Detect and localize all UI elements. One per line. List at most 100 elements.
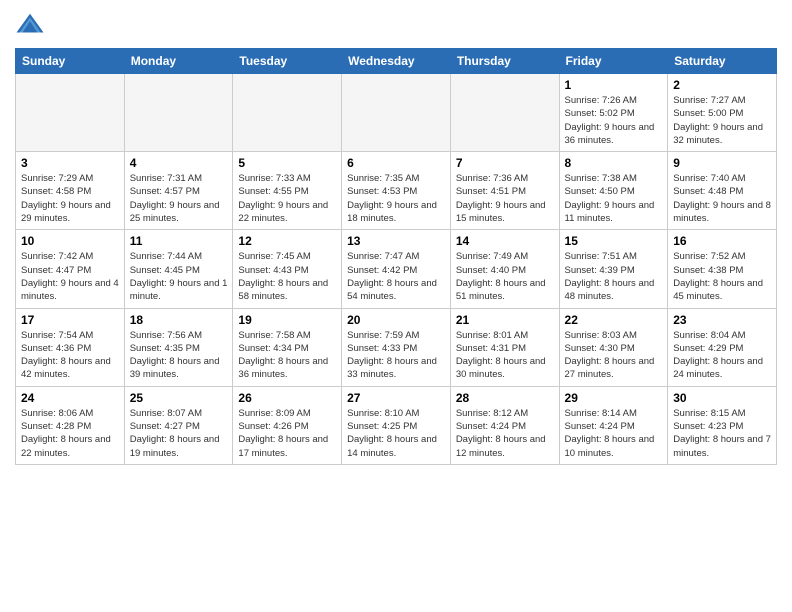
day-info: Sunrise: 8:01 AM Sunset: 4:31 PM Dayligh… [456,329,554,382]
day-number: 10 [21,234,119,248]
day-number: 9 [673,156,771,170]
calendar-cell: 21 Sunrise: 8:01 AM Sunset: 4:31 PM Dayli… [450,308,559,386]
day-info: Sunrise: 8:04 AM Sunset: 4:29 PM Dayligh… [673,329,771,382]
calendar-cell: 2 Sunrise: 7:27 AM Sunset: 5:00 PM Daylig… [668,74,777,152]
day-info: Sunrise: 7:35 AM Sunset: 4:53 PM Dayligh… [347,172,445,225]
day-number: 4 [130,156,228,170]
weekday-monday: Monday [124,49,233,74]
calendar-cell: 19 Sunrise: 7:58 AM Sunset: 4:34 PM Dayli… [233,308,342,386]
day-number: 19 [238,313,336,327]
calendar-cell: 3Sunrise: 7:29 AM Sunset: 4:58 PM Daylig… [16,152,125,230]
day-info: Sunrise: 7:45 AM Sunset: 4:43 PM Dayligh… [238,250,336,303]
day-number: 17 [21,313,119,327]
day-info: Sunrise: 8:09 AM Sunset: 4:26 PM Dayligh… [238,407,336,460]
day-number: 21 [456,313,554,327]
day-number: 24 [21,391,119,405]
calendar-cell: 12 Sunrise: 7:45 AM Sunset: 4:43 PM Dayli… [233,230,342,308]
calendar-cell [124,74,233,152]
calendar-cell: 7 Sunrise: 7:36 AM Sunset: 4:51 PM Daylig… [450,152,559,230]
calendar-cell: 1 Sunrise: 7:26 AM Sunset: 5:02 PM Daylig… [559,74,668,152]
calendar-cell: 26 Sunrise: 8:09 AM Sunset: 4:26 PM Dayli… [233,386,342,464]
calendar-cell: 28 Sunrise: 8:12 AM Sunset: 4:24 PM Dayli… [450,386,559,464]
day-number: 25 [130,391,228,405]
week-row-5: 24 Sunrise: 8:06 AM Sunset: 4:28 PM Dayli… [16,386,777,464]
calendar-cell: 20Sunrise: 7:59 AM Sunset: 4:33 PM Dayli… [342,308,451,386]
calendar-cell: 22Sunrise: 8:03 AM Sunset: 4:30 PM Dayli… [559,308,668,386]
day-number: 8 [565,156,663,170]
day-number: 6 [347,156,445,170]
day-info: Sunrise: 7:54 AM Sunset: 4:36 PM Dayligh… [21,329,119,382]
weekday-header-row: SundayMondayTuesdayWednesdayThursdayFrid… [16,49,777,74]
day-info: Sunrise: 7:36 AM Sunset: 4:51 PM Dayligh… [456,172,554,225]
calendar-cell: 18 Sunrise: 7:56 AM Sunset: 4:35 PM Dayli… [124,308,233,386]
day-info: Sunrise: 8:07 AM Sunset: 4:27 PM Dayligh… [130,407,228,460]
weekday-friday: Friday [559,49,668,74]
day-number: 16 [673,234,771,248]
weekday-wednesday: Wednesday [342,49,451,74]
day-info: Sunrise: 8:12 AM Sunset: 4:24 PM Dayligh… [456,407,554,460]
week-row-2: 3Sunrise: 7:29 AM Sunset: 4:58 PM Daylig… [16,152,777,230]
calendar-cell: 25 Sunrise: 8:07 AM Sunset: 4:27 PM Dayli… [124,386,233,464]
day-number: 18 [130,313,228,327]
calendar-cell: 5Sunrise: 7:33 AM Sunset: 4:55 PM Daylig… [233,152,342,230]
day-info: Sunrise: 7:31 AM Sunset: 4:57 PM Dayligh… [130,172,228,225]
calendar-cell: 27Sunrise: 8:10 AM Sunset: 4:25 PM Dayli… [342,386,451,464]
day-info: Sunrise: 7:38 AM Sunset: 4:50 PM Dayligh… [565,172,663,225]
day-number: 20 [347,313,445,327]
day-info: Sunrise: 8:06 AM Sunset: 4:28 PM Dayligh… [21,407,119,460]
day-number: 13 [347,234,445,248]
day-info: Sunrise: 8:03 AM Sunset: 4:30 PM Dayligh… [565,329,663,382]
day-info: Sunrise: 7:56 AM Sunset: 4:35 PM Dayligh… [130,329,228,382]
day-number: 5 [238,156,336,170]
day-number: 3 [21,156,119,170]
calendar-cell [342,74,451,152]
calendar-cell: 17 Sunrise: 7:54 AM Sunset: 4:36 PM Dayli… [16,308,125,386]
logo [15,10,49,40]
calendar-cell: 13 Sunrise: 7:47 AM Sunset: 4:42 PM Dayli… [342,230,451,308]
day-info: Sunrise: 7:26 AM Sunset: 5:02 PM Dayligh… [565,94,663,147]
day-number: 12 [238,234,336,248]
day-info: Sunrise: 7:40 AM Sunset: 4:48 PM Dayligh… [673,172,771,225]
day-info: Sunrise: 7:49 AM Sunset: 4:40 PM Dayligh… [456,250,554,303]
calendar-cell: 29Sunrise: 8:14 AM Sunset: 4:24 PM Dayli… [559,386,668,464]
day-info: Sunrise: 8:15 AM Sunset: 4:23 PM Dayligh… [673,407,771,460]
day-number: 1 [565,78,663,92]
logo-icon [15,10,45,40]
weekday-thursday: Thursday [450,49,559,74]
weekday-sunday: Sunday [16,49,125,74]
calendar-cell: 15Sunrise: 7:51 AM Sunset: 4:39 PM Dayli… [559,230,668,308]
day-number: 7 [456,156,554,170]
weekday-tuesday: Tuesday [233,49,342,74]
week-row-3: 10 Sunrise: 7:42 AM Sunset: 4:47 PM Dayli… [16,230,777,308]
calendar-cell [16,74,125,152]
day-number: 28 [456,391,554,405]
calendar-cell: 9 Sunrise: 7:40 AM Sunset: 4:48 PM Daylig… [668,152,777,230]
day-number: 26 [238,391,336,405]
calendar-cell: 23 Sunrise: 8:04 AM Sunset: 4:29 PM Dayli… [668,308,777,386]
day-info: Sunrise: 7:27 AM Sunset: 5:00 PM Dayligh… [673,94,771,147]
week-row-1: 1 Sunrise: 7:26 AM Sunset: 5:02 PM Daylig… [16,74,777,152]
calendar-cell: 14 Sunrise: 7:49 AM Sunset: 4:40 PM Dayli… [450,230,559,308]
day-info: Sunrise: 7:47 AM Sunset: 4:42 PM Dayligh… [347,250,445,303]
calendar-cell [450,74,559,152]
week-row-4: 17 Sunrise: 7:54 AM Sunset: 4:36 PM Dayli… [16,308,777,386]
calendar-cell: 8 Sunrise: 7:38 AM Sunset: 4:50 PM Daylig… [559,152,668,230]
day-info: Sunrise: 7:42 AM Sunset: 4:47 PM Dayligh… [21,250,119,303]
day-info: Sunrise: 7:51 AM Sunset: 4:39 PM Dayligh… [565,250,663,303]
day-number: 2 [673,78,771,92]
day-number: 11 [130,234,228,248]
day-number: 23 [673,313,771,327]
day-info: Sunrise: 8:10 AM Sunset: 4:25 PM Dayligh… [347,407,445,460]
calendar-cell: 16Sunrise: 7:52 AM Sunset: 4:38 PM Dayli… [668,230,777,308]
weekday-saturday: Saturday [668,49,777,74]
calendar-cell: 10 Sunrise: 7:42 AM Sunset: 4:47 PM Dayli… [16,230,125,308]
calendar-table: SundayMondayTuesdayWednesdayThursdayFrid… [15,48,777,465]
page-header [15,10,777,40]
calendar-cell: 30 Sunrise: 8:15 AM Sunset: 4:23 PM Dayli… [668,386,777,464]
calendar-cell: 24 Sunrise: 8:06 AM Sunset: 4:28 PM Dayli… [16,386,125,464]
day-number: 14 [456,234,554,248]
calendar-cell [233,74,342,152]
day-info: Sunrise: 7:58 AM Sunset: 4:34 PM Dayligh… [238,329,336,382]
calendar-cell: 4 Sunrise: 7:31 AM Sunset: 4:57 PM Daylig… [124,152,233,230]
day-number: 30 [673,391,771,405]
